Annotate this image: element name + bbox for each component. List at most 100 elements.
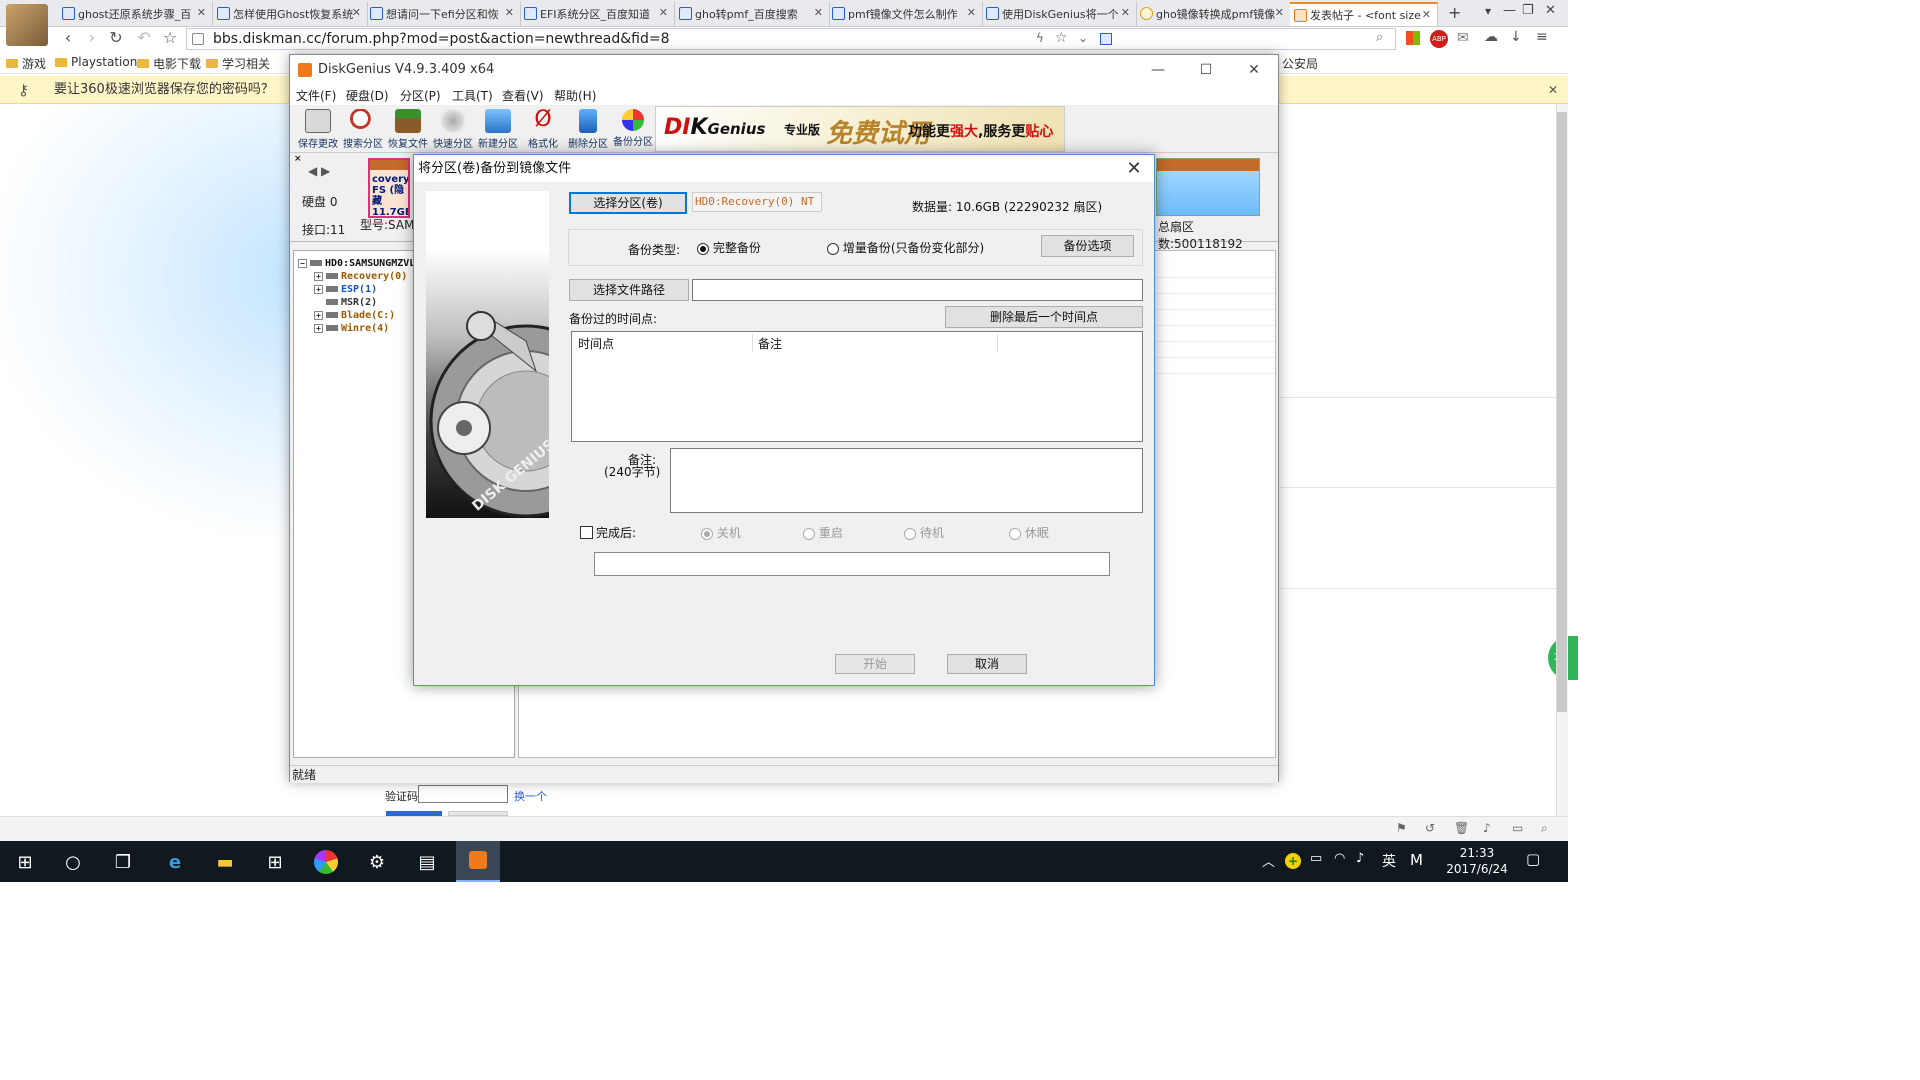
- scrollbar-thumb[interactable]: [1557, 112, 1567, 712]
- pin-icon[interactable]: ▾: [1485, 4, 1491, 18]
- menu-view[interactable]: 查看(V): [502, 87, 544, 104]
- new-tab-icon[interactable]: +: [1448, 3, 1461, 22]
- close-tab-icon[interactable]: ✕: [1275, 6, 1284, 19]
- partition-block-main[interactable]: [1156, 158, 1260, 216]
- refresh-icon[interactable]: ↺: [1425, 821, 1435, 835]
- cancel-button[interactable]: 取消: [947, 654, 1027, 674]
- close-tab-icon[interactable]: ✕: [967, 6, 976, 19]
- window-icon[interactable]: ▭: [1512, 821, 1523, 835]
- undo-icon[interactable]: ↶: [134, 29, 154, 47]
- reload-icon[interactable]: ↻: [106, 29, 126, 47]
- close-icon[interactable]: ✕: [1120, 158, 1148, 180]
- quick-partition-button[interactable]: 快速分区: [431, 107, 475, 151]
- settings-icon[interactable]: ⚙: [362, 847, 392, 877]
- disk-prev-icon[interactable]: ◀ ▶: [308, 164, 330, 178]
- page-info-icon[interactable]: [192, 33, 204, 45]
- apps-icon[interactable]: [1406, 31, 1420, 45]
- close-icon[interactable]: ✕: [1232, 59, 1276, 81]
- restore-icon[interactable]: ❐: [1522, 3, 1534, 18]
- profile-avatar[interactable]: [6, 4, 48, 46]
- menu-tools[interactable]: 工具(T): [452, 87, 493, 104]
- diskgenius-taskbar-button[interactable]: [456, 841, 500, 882]
- backup-options-button[interactable]: 备份选项: [1041, 235, 1134, 257]
- browser-tab[interactable]: ghost还原系统步骤_百 ✕: [58, 2, 213, 26]
- column-header-note[interactable]: 备注: [758, 335, 782, 352]
- search-icon[interactable]: ○: [58, 847, 88, 877]
- hibernate-radio[interactable]: 休眠: [1009, 524, 1049, 541]
- browser-tab[interactable]: 怎样使用Ghost恢复系统 ✕: [213, 2, 368, 26]
- forward-icon[interactable]: ›: [82, 29, 102, 47]
- promo-banner[interactable]: DIKGenius 专业版 免费试用 功能更强大,服务更贴心: [655, 106, 1065, 152]
- notification-icon[interactable]: ▢: [1526, 850, 1540, 868]
- close-tab-icon[interactable]: ✕: [659, 6, 668, 19]
- select-partition-button[interactable]: 选择分区(卷): [569, 192, 687, 214]
- ime-mode[interactable]: M: [1410, 851, 1423, 869]
- column-header-time[interactable]: 时间点: [578, 335, 614, 352]
- edge-icon[interactable]: e: [160, 847, 190, 877]
- partition-block-recovery[interactable]: covery( FS (隐藏 11.7GB: [368, 158, 410, 218]
- backup-partition-button[interactable]: 备份分区: [611, 107, 655, 151]
- close-pane-icon[interactable]: ×: [294, 154, 302, 164]
- trash-icon[interactable]: 🗑: [1454, 821, 1469, 835]
- lightning-icon[interactable]: ϟ: [1036, 31, 1044, 45]
- task-view-icon[interactable]: ❐: [108, 847, 138, 877]
- tree-item[interactable]: + Blade(C:): [314, 309, 395, 322]
- address-bar[interactable]: bbs.diskman.cc/forum.php?mod=post&action…: [186, 28, 1396, 50]
- delete-last-timepoint-button[interactable]: 删除最后一个时间点: [945, 306, 1143, 328]
- favorite-star-icon[interactable]: ☆: [1055, 30, 1068, 46]
- browser-tab[interactable]: pmf镜像文件怎么制作 ✕: [828, 2, 983, 26]
- close-tab-icon[interactable]: ✕: [1121, 6, 1130, 19]
- tree-item[interactable]: + Recovery(0): [314, 270, 407, 283]
- mail-icon[interactable]: ✉: [1457, 30, 1469, 46]
- security-tray-icon[interactable]: +: [1285, 853, 1301, 869]
- tree-item[interactable]: MSR(2): [314, 296, 377, 309]
- browser-tab[interactable]: 想请问一下efi分区和恢 ✕: [366, 2, 521, 26]
- download-icon[interactable]: ↓: [1510, 29, 1522, 45]
- battery-icon[interactable]: ▭: [1310, 851, 1322, 866]
- file-path-input[interactable]: [692, 279, 1143, 301]
- new-partition-button[interactable]: 新建分区: [476, 107, 520, 151]
- incremental-backup-radio[interactable]: 增量备份(只备份变化部分): [827, 239, 984, 256]
- timepoints-list[interactable]: 时间点 备注: [571, 331, 1143, 442]
- close-tab-icon[interactable]: ✕: [814, 6, 823, 19]
- browser-tab-active[interactable]: 发表帖子 - <font size ✕: [1290, 2, 1438, 26]
- select-path-button[interactable]: 选择文件路径: [569, 279, 689, 301]
- zoom-icon[interactable]: ⌕: [1541, 821, 1548, 836]
- input-language[interactable]: 英: [1382, 851, 1396, 871]
- close-tab-icon[interactable]: ✕: [505, 6, 514, 19]
- change-captcha-link[interactable]: 换一个: [514, 788, 547, 804]
- browser-360-icon[interactable]: [311, 847, 341, 877]
- close-tab-icon[interactable]: ✕: [1422, 8, 1431, 21]
- save-changes-button[interactable]: 保存更改: [296, 107, 340, 151]
- start-button[interactable]: 开始: [835, 654, 915, 674]
- tree-item[interactable]: + ESP(1): [314, 283, 377, 296]
- close-tab-icon[interactable]: ✕: [197, 6, 206, 19]
- menu-help[interactable]: 帮助(H): [554, 87, 596, 104]
- search-partition-button[interactable]: 搜索分区: [341, 107, 385, 151]
- close-tab-icon[interactable]: ✕: [352, 6, 361, 19]
- expand-icon[interactable]: +: [314, 311, 323, 320]
- window-title-bar[interactable]: DiskGenius V4.9.3.409 x64: [290, 55, 1278, 85]
- package-icon[interactable]: ▤: [412, 847, 442, 877]
- search-engine-icon[interactable]: [1100, 33, 1112, 45]
- delete-partition-button[interactable]: 删除分区: [566, 107, 610, 151]
- recover-files-button[interactable]: 恢复文件: [386, 107, 430, 151]
- bookmark-star-icon[interactable]: ☆: [160, 29, 180, 47]
- maximize-icon[interactable]: ☐: [1184, 59, 1228, 81]
- cloud-icon[interactable]: ☁: [1484, 29, 1498, 45]
- close-icon[interactable]: ✕: [1545, 3, 1556, 18]
- full-backup-radio[interactable]: 完整备份: [697, 239, 761, 256]
- volume-icon[interactable]: ♪: [1483, 821, 1491, 835]
- menu-file[interactable]: 文件(F): [296, 87, 336, 104]
- note-textarea[interactable]: [670, 448, 1143, 513]
- menu-icon[interactable]: ≡: [1536, 29, 1548, 45]
- tree-root[interactable]: − HD0:SAMSUNGMZVL: [298, 257, 415, 270]
- bookmark-item[interactable]: 公安局: [1282, 55, 1318, 72]
- clock[interactable]: 21:33 2017/6/24: [1440, 845, 1514, 877]
- restart-radio[interactable]: 重启: [803, 524, 843, 541]
- expand-icon[interactable]: +: [314, 324, 323, 333]
- shutdown-radio[interactable]: 关机: [701, 524, 741, 541]
- tree-item[interactable]: + Winre(4): [314, 322, 389, 335]
- bookmark-folder[interactable]: 电影下载: [137, 55, 201, 72]
- standby-radio[interactable]: 待机: [904, 524, 944, 541]
